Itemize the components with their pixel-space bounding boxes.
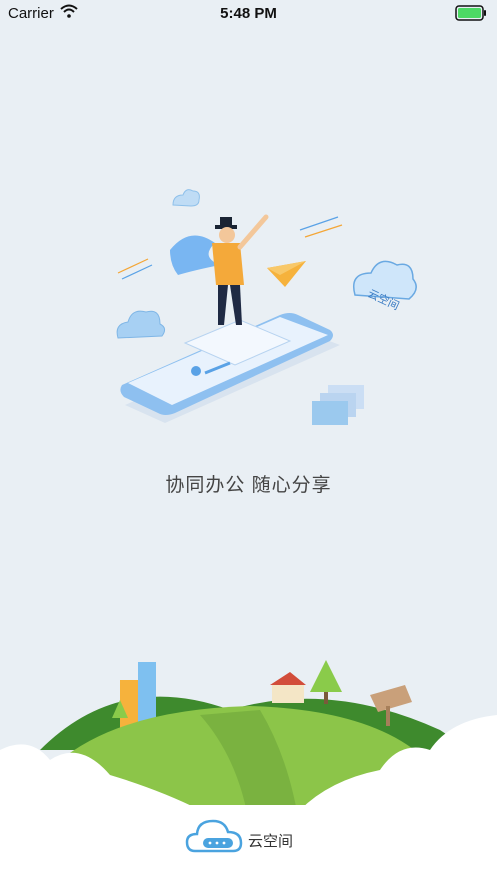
status-bar: Carrier 5:48 PM (0, 0, 497, 26)
cloud-logo-icon (185, 819, 243, 853)
graduate-figure (212, 214, 269, 325)
hero-illustration: 云空间 (116, 189, 417, 425)
status-time: 5:48 PM (220, 5, 277, 22)
battery-icon (455, 5, 486, 21)
floating-cards (312, 385, 364, 425)
app-logo: 云空间 (185, 815, 325, 855)
slogan-text: 协同办公 随心分享 (165, 475, 332, 496)
footer-brand: 云空间 (0, 815, 497, 855)
cloud-left-icon (116, 310, 166, 339)
app-name: 云空间 (248, 833, 294, 850)
small-cloud-icon (172, 189, 200, 207)
